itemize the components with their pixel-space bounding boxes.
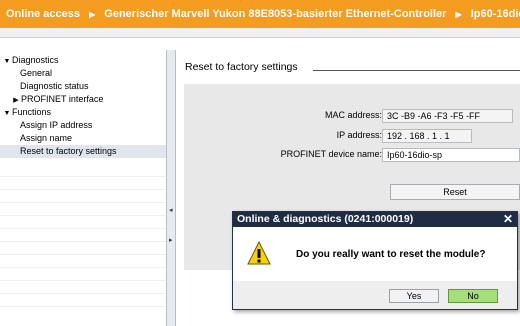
reset-button[interactable]: Reset	[390, 184, 520, 200]
nav-item-general[interactable]: General	[0, 67, 166, 80]
profinet-name-label: PROFINET device name:	[280, 149, 382, 159]
panel-splitter[interactable]: ◂ ▸	[166, 50, 176, 326]
profinet-name-field[interactable]: Ip60-16dio-sp	[382, 148, 520, 162]
close-icon[interactable]: ✕	[501, 212, 515, 227]
breadcrumb: Online access ▶ Generischer Marvell Yuko…	[0, 0, 520, 28]
breadcrumb-device[interactable]: Ip60-16dio	[471, 8, 520, 20]
header: Online access ▶ Generischer Marvell Yuko…	[0, 0, 520, 38]
breadcrumb-separator-icon: ▶	[89, 10, 96, 19]
nav-item-profinet-interface[interactable]: ▶ PROFINET interface	[0, 93, 166, 106]
mac-address-field: 3C -B9 -A6 -F3 -F5 -FF	[382, 109, 513, 123]
nav-item-functions[interactable]: ▼ Functions	[0, 106, 166, 119]
mac-address-label: MAC address:	[324, 110, 382, 120]
warning-icon	[247, 241, 271, 265]
nav-item-assign-name[interactable]: Assign name	[0, 132, 166, 145]
breadcrumb-adapter[interactable]: Generischer Marvell Yukon 88E8053-basier…	[104, 8, 446, 20]
nav-item-reset-factory[interactable]: Reset to factory settings	[0, 145, 166, 158]
ip-address-field: 192 . 168 . 1 . 1	[382, 129, 472, 143]
dialog-footer: Yes No	[233, 281, 517, 309]
toolbar-strip	[0, 28, 520, 38]
nav-item-diagnostic-status[interactable]: Diagnostic status	[0, 80, 166, 93]
breadcrumb-separator-icon: ▶	[455, 10, 462, 19]
nav-item-diagnostics[interactable]: ▼ Diagnostics	[0, 54, 166, 67]
confirm-dialog: Online & diagnostics (0241:000019) ✕ Do …	[232, 211, 518, 310]
dialog-title: Online & diagnostics (0241:000019)	[233, 212, 517, 227]
section-divider	[313, 70, 520, 71]
collapse-left-icon[interactable]: ◂	[169, 207, 173, 215]
nav-item-assign-ip[interactable]: Assign IP address	[0, 119, 166, 132]
ip-address-label: IP address:	[336, 130, 382, 140]
section-title: Reset to factory settings	[185, 61, 298, 73]
breadcrumb-online-access[interactable]: Online access	[6, 8, 80, 20]
yes-button[interactable]: Yes	[389, 289, 439, 303]
navigation-tree: ▼ Diagnostics General Diagnostic status ▶…	[0, 50, 166, 326]
dialog-message: Do you really want to reset the module?	[296, 249, 486, 260]
no-button[interactable]: No	[448, 289, 498, 303]
expand-right-icon[interactable]: ▸	[169, 237, 173, 245]
